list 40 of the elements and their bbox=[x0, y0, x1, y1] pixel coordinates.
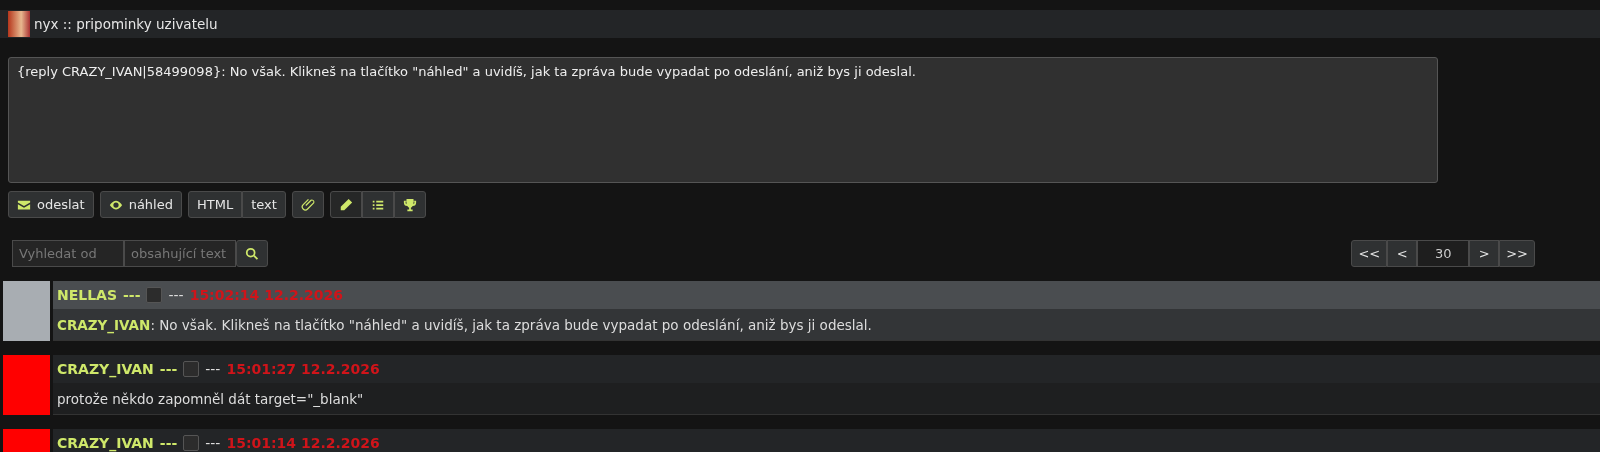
previous-page-button[interactable]: < bbox=[1387, 240, 1418, 267]
author-name[interactable]: CRAZY_IVAN bbox=[57, 361, 154, 377]
separator: --- bbox=[159, 361, 178, 377]
post-time: 15:01:27 12.2.2026 bbox=[226, 361, 380, 377]
preview-button[interactable]: náhled bbox=[99, 191, 182, 218]
last-page-button[interactable]: >> bbox=[1499, 240, 1535, 267]
search-button[interactable] bbox=[236, 240, 268, 267]
post-text: CRAZY_IVAN: No však. Klikneš na tlačítko "náhled" a uvidíš, jak ta zpráva bude vypadat po odeslání, aniž bys ji odeslal. bbox=[57, 316, 872, 333]
separator: --- bbox=[123, 287, 141, 303]
separator: --- bbox=[205, 435, 221, 451]
separator: --- bbox=[168, 287, 184, 303]
message-input[interactable]: {reply CRAZY_IVAN|58499098}: No však. Klikneš na tlačítko "náhled" a uvidíš, jak ta zpráva bude vypadat po odeslání, aniž bys ji odeslal. bbox=[8, 57, 1438, 183]
paperclip-icon bbox=[300, 197, 315, 212]
first-page-button[interactable]: << bbox=[1351, 240, 1388, 267]
separator: --- bbox=[205, 361, 221, 377]
post-time: 15:01:14 12.2.2026 bbox=[226, 435, 380, 451]
post-checkbox[interactable] bbox=[146, 287, 163, 303]
author-search-field[interactable]: Vyhledat od bbox=[12, 240, 124, 267]
format-button[interactable]: text bbox=[242, 191, 286, 218]
trophy-button[interactable] bbox=[393, 191, 426, 218]
post-text: protože někdo zapomněl dát target="_blank" bbox=[57, 390, 364, 407]
author-name[interactable]: NELLAS bbox=[57, 287, 118, 303]
next-page-button[interactable]: > bbox=[1469, 240, 1500, 267]
send-button[interactable]: odeslat bbox=[8, 191, 94, 218]
page-number[interactable]: 30 bbox=[1417, 240, 1470, 267]
author-name[interactable]: CRAZY_IVAN bbox=[57, 435, 154, 451]
format-button[interactable]: HTML bbox=[187, 191, 243, 218]
pencil-button[interactable] bbox=[329, 191, 362, 218]
post-checkbox[interactable] bbox=[183, 435, 200, 451]
post-checkbox[interactable] bbox=[183, 361, 200, 377]
search-icon bbox=[245, 246, 259, 261]
trophy-icon bbox=[402, 197, 417, 212]
text-search-field[interactable]: obsahující text bbox=[124, 240, 236, 267]
attach-button[interactable] bbox=[291, 191, 324, 218]
separator: --- bbox=[159, 435, 178, 451]
user-avatar bbox=[8, 11, 30, 37]
post-time: 15:02:14 12.2.2026 bbox=[189, 287, 343, 303]
pencil-icon bbox=[338, 197, 353, 212]
page-title: nyx :: pripominky uzivatelu bbox=[34, 16, 218, 32]
list-button[interactable] bbox=[361, 191, 394, 218]
